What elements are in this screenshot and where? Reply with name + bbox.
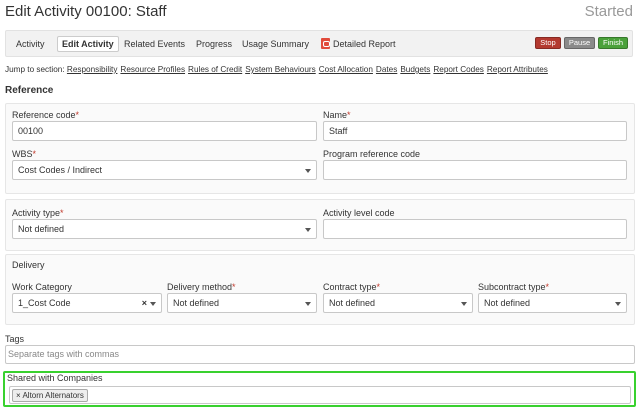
jump-link-cost-allocation[interactable]: Cost Allocation (319, 65, 373, 74)
title-bar: Edit Activity 00100: Staff Started (0, 0, 639, 27)
jump-link-resource-profiles[interactable]: Resource Profiles (120, 65, 185, 74)
delivery-method-label: Delivery method* (167, 282, 236, 292)
jump-link-budgets[interactable]: Budgets (400, 65, 430, 74)
work-category-select[interactable]: 1_Cost Code × (12, 293, 162, 313)
activity-type-panel: Activity type* Not defined Activity leve… (5, 199, 635, 251)
name-label: Name* (323, 110, 351, 120)
activity-type-label: Activity type* (12, 208, 64, 218)
company-chip: × Altorn Alternators (12, 389, 88, 402)
jump-label: Jump to section: (5, 65, 65, 74)
delivery-heading: Delivery (12, 260, 45, 270)
tags-label: Tags (5, 334, 25, 344)
contract-type-select-value: Not defined (329, 298, 376, 308)
activity-level-code-field[interactable] (323, 219, 627, 239)
shared-with-companies: Shared with Companies × Altorn Alternato… (3, 371, 636, 407)
chevron-down-icon (305, 169, 311, 173)
jump-link-dates[interactable]: Dates (376, 65, 397, 74)
delivery-method-select[interactable]: Not defined (167, 293, 317, 313)
tab-bar: Activity Edit Activity Related Events Pr… (5, 30, 633, 57)
tab-detailed-report-label: Detailed Report (333, 39, 396, 49)
subcontract-type-select[interactable]: Not defined (478, 293, 627, 313)
tab-activity[interactable]: Activity (12, 36, 49, 52)
program-reference-code-label: Program reference code (323, 149, 421, 159)
reference-heading: Reference (5, 85, 54, 96)
chevron-down-icon (305, 228, 311, 232)
chip-label: Altorn Alternators (22, 391, 84, 400)
contract-type-label: Contract type* (323, 282, 381, 292)
work-category-select-value: 1_Cost Code (18, 298, 71, 308)
jump-to-section: Jump to section: Responsibility Resource … (5, 65, 551, 74)
pause-button[interactable]: Pause (564, 37, 595, 49)
contract-type-select[interactable]: Not defined (323, 293, 473, 313)
shared-with-companies-label: Shared with Companies (7, 373, 103, 383)
program-reference-code-field[interactable] (323, 160, 627, 180)
tab-usage-summary[interactable]: Usage Summary (238, 36, 313, 52)
reference-code-field[interactable]: 00100 (12, 121, 317, 141)
name-field[interactable]: Staff (323, 121, 627, 141)
activity-type-select[interactable]: Not defined (12, 219, 317, 239)
subcontract-type-label: Subcontract type* (478, 282, 550, 292)
activity-level-code-label: Activity level code (323, 208, 395, 218)
reference-panel: Reference code* 00100 Name* Staff WBS* C… (5, 103, 635, 194)
delivery-method-select-value: Not defined (173, 298, 220, 308)
tab-related-events[interactable]: Related Events (120, 36, 189, 52)
reference-code-label: Reference code* (12, 110, 80, 120)
pdf-icon (321, 38, 330, 49)
jump-link-system-behaviours[interactable]: System Behaviours (245, 65, 316, 74)
jump-link-report-attributes[interactable]: Report Attributes (487, 65, 548, 74)
wbs-select-value: Cost Codes / Indirect (18, 165, 103, 175)
jump-link-report-codes[interactable]: Report Codes (433, 65, 484, 74)
tab-progress[interactable]: Progress (192, 36, 236, 52)
chip-remove-icon[interactable]: × (16, 391, 21, 400)
wbs-select[interactable]: Cost Codes / Indirect (12, 160, 317, 180)
shared-companies-input[interactable]: × Altorn Alternators (9, 386, 631, 404)
activity-type-select-value: Not defined (18, 224, 65, 234)
stop-button[interactable]: Stop (535, 37, 561, 49)
finish-button[interactable]: Finish (598, 37, 628, 49)
tags-input[interactable]: Separate tags with commas (5, 345, 635, 364)
tab-detailed-report[interactable]: Detailed Report (317, 36, 400, 52)
work-category-label: Work Category (12, 282, 72, 292)
chevron-down-icon (305, 302, 311, 306)
status-label: Started (584, 3, 633, 20)
chevron-down-icon (615, 302, 621, 306)
clear-icon[interactable]: × (142, 294, 147, 312)
chevron-down-icon (150, 302, 156, 306)
chevron-down-icon (461, 302, 467, 306)
tab-edit-activity[interactable]: Edit Activity (57, 36, 119, 52)
jump-link-rules-of-credit[interactable]: Rules of Credit (188, 65, 242, 74)
subcontract-type-select-value: Not defined (484, 298, 531, 308)
delivery-panel: Delivery Work Category 1_Cost Code × Del… (5, 254, 635, 325)
jump-link-responsibility[interactable]: Responsibility (67, 65, 118, 74)
wbs-label: WBS* (12, 149, 37, 159)
page-title: Edit Activity 00100: Staff (5, 3, 167, 20)
